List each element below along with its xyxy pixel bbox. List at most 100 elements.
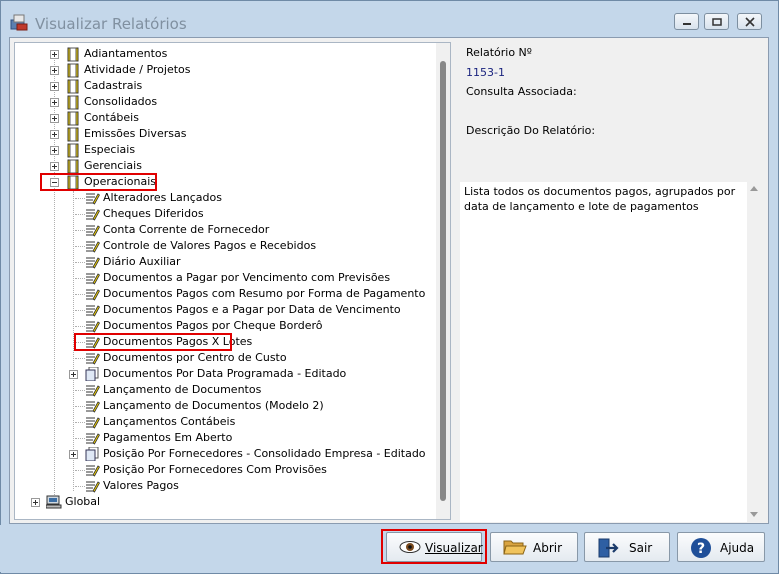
splitter[interactable] bbox=[451, 42, 457, 520]
report-pencil-icon bbox=[86, 289, 100, 301]
expand-icon[interactable] bbox=[69, 450, 78, 459]
expand-icon[interactable] bbox=[50, 162, 59, 171]
svg-text:?: ? bbox=[697, 541, 705, 557]
tree-item-report[interactable]: Pagamentos Em Aberto bbox=[15, 430, 435, 446]
category-label: Atividade / Projetos bbox=[84, 63, 191, 76]
expand-icon[interactable] bbox=[50, 98, 59, 107]
maximize-button[interactable] bbox=[704, 13, 729, 30]
folder-open-icon bbox=[503, 540, 527, 555]
tree-scrollbar-thumb[interactable] bbox=[440, 61, 446, 501]
report-label: Conta Corrente de Fornecedor bbox=[103, 223, 270, 236]
root-label: Global bbox=[65, 495, 101, 508]
exit-door-icon bbox=[598, 538, 619, 558]
expand-icon[interactable] bbox=[69, 370, 78, 379]
tree-item-category[interactable]: Cadastrais bbox=[15, 78, 435, 94]
book-icon bbox=[67, 111, 79, 126]
report-label: Lançamentos Contábeis bbox=[103, 415, 236, 428]
scroll-up-icon[interactable] bbox=[750, 186, 758, 191]
tree-item-report[interactable]: Conta Corrente de Fornecedor bbox=[15, 222, 435, 238]
tree-item-report[interactable]: Lançamento de Documentos (Modelo 2) bbox=[15, 398, 435, 414]
book-icon bbox=[67, 127, 79, 142]
expand-icon[interactable] bbox=[50, 130, 59, 139]
report-label: Pagamentos Em Aberto bbox=[103, 431, 233, 444]
report-pencil-icon bbox=[86, 305, 100, 317]
query-label: Consulta Associada: bbox=[466, 85, 577, 98]
report-label: Lançamento de Documentos (Modelo 2) bbox=[103, 399, 324, 412]
tree-item-report[interactable]: Controle de Valores Pagos e Recebidos bbox=[15, 238, 435, 254]
expand-icon[interactable] bbox=[50, 114, 59, 123]
tree-item-report[interactable]: Documentos Pagos e a Pagar por Data de V… bbox=[15, 302, 435, 318]
tree-scrollbar[interactable] bbox=[436, 43, 450, 519]
expand-icon[interactable] bbox=[31, 498, 40, 507]
report-pencil-icon bbox=[86, 433, 100, 445]
tree-item-report[interactable]: Diário Auxiliar bbox=[15, 254, 435, 270]
report-pencil-icon bbox=[86, 257, 100, 269]
book-icon bbox=[67, 95, 79, 110]
tree-item-category[interactable]: Gerenciais bbox=[15, 158, 435, 174]
sair-button[interactable]: Sair bbox=[584, 532, 670, 562]
minimize-icon bbox=[683, 23, 691, 25]
tree-item-report[interactable]: Documentos Pagos com Resumo por Forma de… bbox=[15, 286, 435, 302]
expand-icon[interactable] bbox=[50, 50, 59, 59]
close-button[interactable] bbox=[737, 13, 762, 30]
report-label: Documentos por Centro de Custo bbox=[103, 351, 287, 364]
ajuda-label: Ajuda bbox=[720, 541, 755, 555]
tree-item-report[interactable]: Valores Pagos bbox=[15, 478, 435, 494]
ajuda-button[interactable]: ? Ajuda bbox=[677, 532, 765, 562]
tree-item-report[interactable]: Documentos por Centro de Custo bbox=[15, 350, 435, 366]
tree-item-report[interactable]: Documentos Por Data Programada - Editado bbox=[15, 366, 435, 382]
tree-item-report[interactable]: Lançamento de Documentos bbox=[15, 382, 435, 398]
report-pencil-icon bbox=[86, 225, 100, 237]
report-label: Cheques Diferidos bbox=[103, 207, 204, 220]
report-label: Documentos Pagos e a Pagar por Data de V… bbox=[103, 303, 401, 316]
highlight-box-operacionais bbox=[40, 173, 157, 191]
report-pencil-icon bbox=[86, 209, 100, 221]
category-label: Consolidados bbox=[84, 95, 158, 108]
expand-icon[interactable] bbox=[50, 66, 59, 75]
tree-item-category[interactable]: Emissões Diversas bbox=[15, 126, 435, 142]
tree-item-category[interactable]: Especiais bbox=[15, 142, 435, 158]
sair-label: Sair bbox=[629, 541, 653, 555]
expand-icon[interactable] bbox=[50, 146, 59, 155]
report-pencil-icon bbox=[86, 465, 100, 477]
report-pencil-icon bbox=[86, 401, 100, 413]
abrir-button[interactable]: Abrir bbox=[490, 532, 578, 562]
report-number-label: Relatório Nº bbox=[466, 46, 532, 59]
pages-icon bbox=[85, 447, 99, 461]
tree-item-report[interactable]: Documentos Pagos por Cheque Borderô bbox=[15, 318, 435, 334]
window-title: Visualizar Relatórios bbox=[35, 15, 187, 33]
report-pencil-icon bbox=[86, 193, 100, 205]
report-label: Alteradores Lançados bbox=[103, 191, 222, 204]
scroll-down-icon[interactable] bbox=[750, 512, 758, 517]
report-pencil-icon bbox=[86, 417, 100, 429]
tree-item-report[interactable]: Posição Por Fornecedores - Consolidado E… bbox=[15, 446, 435, 462]
maximize-icon bbox=[712, 18, 722, 26]
category-label: Contábeis bbox=[84, 111, 139, 124]
report-label: Valores Pagos bbox=[103, 479, 179, 492]
report-tree[interactable]: Adiantamentos Atividade / Projetos Cadas… bbox=[14, 42, 451, 520]
report-label: Controle de Valores Pagos e Recebidos bbox=[103, 239, 317, 252]
tree-item-report[interactable]: Posição Por Fornecedores Com Provisões bbox=[15, 462, 435, 478]
tree-item-report[interactable]: Documentos a Pagar por Vencimento com Pr… bbox=[15, 270, 435, 286]
tree-item-report[interactable]: Alteradores Lançados bbox=[15, 190, 435, 206]
tree-item-global[interactable]: Global bbox=[15, 494, 435, 510]
tree-item-report[interactable]: Cheques Diferidos bbox=[15, 206, 435, 222]
category-label: Gerenciais bbox=[84, 159, 142, 172]
tree-item-category[interactable]: Adiantamentos bbox=[15, 46, 435, 62]
expand-icon[interactable] bbox=[50, 82, 59, 91]
tree-item-category[interactable]: Consolidados bbox=[15, 94, 435, 110]
book-icon bbox=[67, 143, 79, 158]
computer-icon bbox=[46, 495, 62, 509]
description-scrollbar[interactable] bbox=[747, 182, 761, 522]
app-icon bbox=[10, 14, 28, 31]
report-pencil-icon bbox=[86, 241, 100, 253]
tree-item-category[interactable]: Contábeis bbox=[15, 110, 435, 126]
tree-item-report[interactable]: Lançamentos Contábeis bbox=[15, 414, 435, 430]
tree-item-category[interactable]: Atividade / Projetos bbox=[15, 62, 435, 78]
report-pencil-icon bbox=[86, 273, 100, 285]
report-label: Documentos a Pagar por Vencimento com Pr… bbox=[103, 271, 391, 284]
report-label: Diário Auxiliar bbox=[103, 255, 181, 268]
minimize-button[interactable] bbox=[674, 13, 699, 30]
pages-icon bbox=[85, 367, 99, 381]
book-icon bbox=[67, 159, 79, 174]
